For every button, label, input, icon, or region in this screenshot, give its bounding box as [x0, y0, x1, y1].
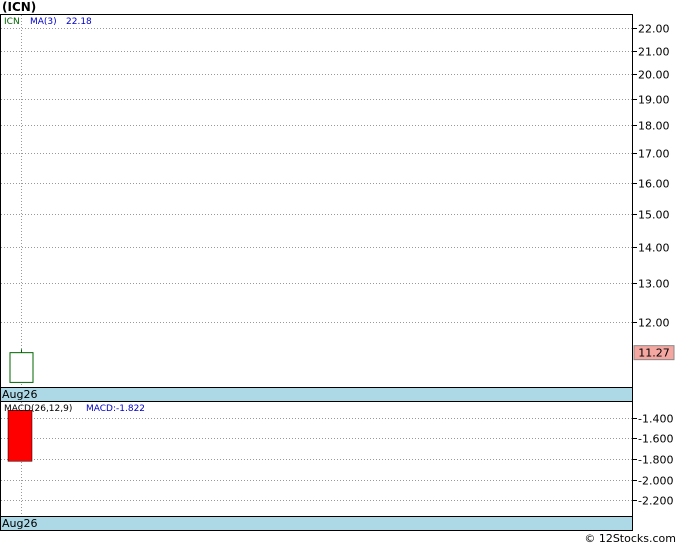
price-tick-label: 12.00 [638, 317, 670, 330]
macd-legend-label: MACD(26,12,9) [4, 404, 72, 414]
macd-panel: -1.400 -1.600 -1.800 -2.000 -2.200 MACD(26,1… [0, 401, 673, 531]
macd-bars [7, 410, 33, 462]
price-tick-label: 16.00 [638, 178, 670, 191]
ma-legend-value: 22.18 [66, 17, 92, 27]
price-tick-label: 17.00 [638, 148, 670, 161]
macd-tick-label: -2.200 [638, 495, 673, 508]
price-tick-label: 18.00 [638, 120, 670, 133]
watermark: © 12Stocks.com [584, 532, 676, 545]
price-tick-label: 14.00 [638, 242, 670, 255]
price-tick-label: 15.00 [638, 209, 670, 222]
macd-bar [7, 410, 33, 462]
price-tick-label: 22.00 [638, 23, 670, 36]
price-date-band [0, 387, 633, 402]
macd-tick-label: -1.800 [638, 454, 673, 467]
ma-legend-label: MA(3) [30, 17, 57, 27]
macd-tick-label: -2.000 [638, 475, 673, 488]
price-tick-label: 13.00 [638, 278, 670, 291]
price-date-label: Aug26 [2, 388, 37, 401]
price-tick-label: 19.00 [638, 94, 670, 107]
price-axis: 22.00 21.00 20.00 19.00 18.00 17.00 16.00 15.00… [638, 23, 670, 330]
price-panel: 22.00 21.00 20.00 19.00 18.00 17.00 16.00 15.00… [0, 14, 675, 402]
price-tick-label: 21.00 [638, 46, 670, 59]
candles [9, 349, 34, 383]
ticker-legend: ICN [4, 17, 20, 27]
price-tick-label: 20.00 [638, 69, 670, 82]
macd-legend-value: MACD:-1.822 [86, 404, 145, 414]
macd-date-label: Aug26 [2, 517, 37, 530]
macd-tick-label: -1.600 [638, 433, 673, 446]
last-price-label: 11.27 [638, 347, 670, 360]
chart-canvas: (ICN) 22.00 21.00 20.00 19.00 18.00 17.00 16.0… [0, 0, 676, 545]
macd-date-band [0, 516, 633, 531]
candle-body [9, 352, 34, 383]
macd-tick-label: -1.400 [638, 413, 673, 426]
price-panel-frame [0, 14, 633, 388]
chart-title: (ICN) [2, 0, 36, 14]
stock-chart: (ICN) 22.00 21.00 20.00 19.00 18.00 17.00 16.0… [0, 0, 680, 546]
macd-axis: -1.400 -1.600 -1.800 -2.000 -2.200 [638, 413, 673, 508]
